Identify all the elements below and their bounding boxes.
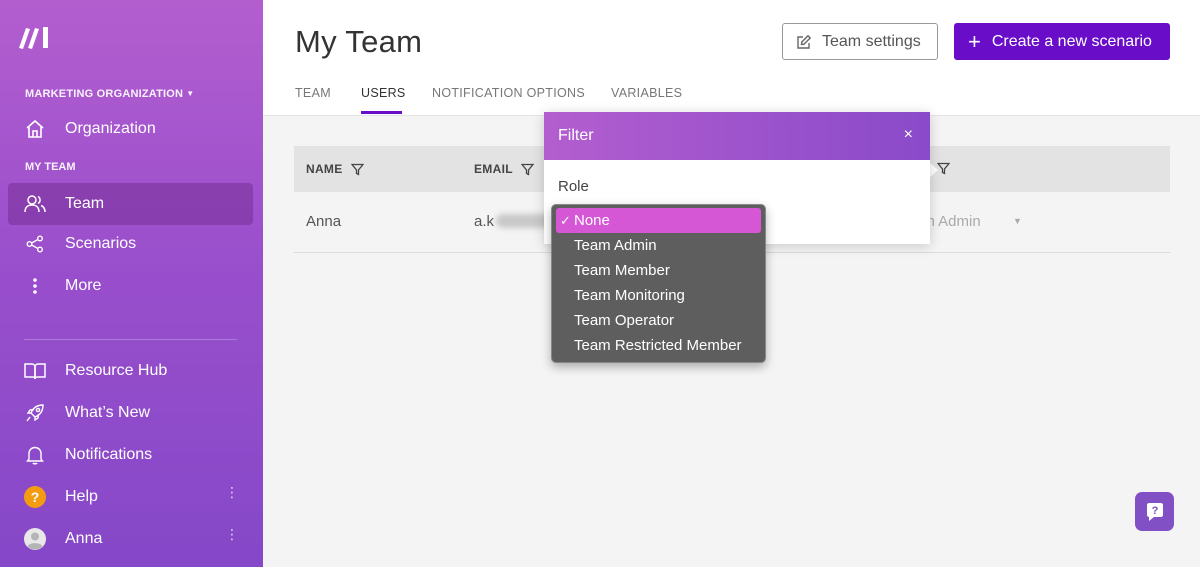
plus-icon: + <box>968 28 981 54</box>
role-option-none[interactable]: ✓ None <box>556 208 761 233</box>
create-scenario-label: Create a new scenario <box>991 32 1152 50</box>
help-more-icon[interactable]: ⋮ <box>225 485 239 499</box>
tab-team[interactable]: TEAM <box>295 86 331 100</box>
edit-icon <box>797 34 812 49</box>
sidebar-item-label: Anna <box>65 530 103 547</box>
organization-switcher[interactable]: MARKETING ORGANIZATION ▼ <box>25 88 194 100</box>
sidebar-item-profile[interactable]: Anna ⋮ <box>8 518 253 560</box>
sidebar-item-team[interactable]: Team <box>8 183 253 225</box>
option-label: None <box>574 212 610 229</box>
sidebar-item-label: Help <box>65 488 98 505</box>
filter-icon[interactable] <box>937 162 950 175</box>
support-chat-button[interactable]: ? <box>1135 492 1174 531</box>
team-settings-label: Team settings <box>822 32 921 50</box>
chat-question-icon: ? <box>1146 502 1163 521</box>
sidebar-item-whats-new[interactable]: What’s New <box>8 392 253 434</box>
role-filter-label: Role <box>558 178 589 195</box>
filter-header: Filter × <box>544 112 930 160</box>
sidebar-item-label: More <box>65 277 102 294</box>
tab-notification-options[interactable]: NOTIFICATION OPTIONS <box>432 86 585 100</box>
svg-text:?: ? <box>31 489 40 505</box>
sidebar: MARKETING ORGANIZATION ▼ Organization MY … <box>0 0 263 567</box>
column-header-email: EMAIL <box>474 162 534 176</box>
caret-down-icon: ▼ <box>186 89 195 98</box>
user-email-cell: a.k <box>474 213 495 230</box>
home-icon <box>24 118 46 140</box>
column-label: NAME <box>306 162 343 176</box>
role-option-team-operator[interactable]: Team Operator <box>556 308 761 333</box>
bell-icon <box>24 444 46 466</box>
checkmark-icon: ✓ <box>560 212 571 228</box>
filter-icon[interactable] <box>520 163 534 176</box>
sidebar-item-label: Team <box>65 195 105 212</box>
role-option-team-member[interactable]: Team Member <box>556 258 761 283</box>
close-icon[interactable]: × <box>904 126 913 144</box>
sidebar-item-notifications[interactable]: Notifications <box>8 434 253 476</box>
sidebar-item-label: Organization <box>65 120 156 137</box>
column-label: EMAIL <box>474 162 513 176</box>
share-icon <box>24 233 46 255</box>
create-scenario-button[interactable]: + Create a new scenario <box>954 23 1170 60</box>
filter-icon[interactable] <box>350 163 364 176</box>
role-option-team-admin[interactable]: Team Admin <box>556 233 761 258</box>
sidebar-item-help[interactable]: ? Help ⋮ <box>8 476 253 518</box>
profile-more-icon[interactable]: ⋮ <box>225 527 239 541</box>
user-name-cell: Anna <box>306 213 342 230</box>
column-header-name: NAME <box>306 162 364 176</box>
caret-down-icon: ▼ <box>1013 216 1022 226</box>
sidebar-divider <box>24 339 237 340</box>
sidebar-item-label: Notifications <box>65 446 153 463</box>
active-tab-indicator <box>361 111 402 114</box>
sidebar-item-scenarios[interactable]: Scenarios <box>8 223 253 265</box>
sidebar-item-more[interactable]: More <box>8 265 253 307</box>
avatar-icon <box>24 528 46 550</box>
more-vertical-icon <box>24 275 46 297</box>
tab-variables[interactable]: VARIABLES <box>611 86 682 100</box>
organization-name: MARKETING ORGANIZATION <box>25 88 184 100</box>
svg-text:?: ? <box>1151 505 1158 517</box>
role-option-team-restricted-member[interactable]: Team Restricted Member <box>556 333 761 358</box>
help-circle-icon: ? <box>24 486 46 508</box>
tab-users[interactable]: USERS <box>361 86 406 100</box>
sidebar-item-resource-hub[interactable]: Resource Hub <box>8 350 253 392</box>
sidebar-item-organization[interactable]: Organization <box>8 108 253 150</box>
team-settings-button[interactable]: Team settings <box>782 23 938 60</box>
role-option-team-monitoring[interactable]: Team Monitoring <box>556 283 761 308</box>
role-filter-dropdown[interactable]: ✓ None Team Admin Team Member Team Monit… <box>551 204 766 363</box>
section-label: MY TEAM <box>25 161 76 173</box>
book-icon <box>24 360 46 382</box>
users-icon <box>24 193 46 215</box>
sidebar-item-label: Scenarios <box>65 235 137 252</box>
sidebar-item-label: Resource Hub <box>65 362 168 379</box>
page-title: My Team <box>295 24 423 59</box>
make-logo-icon[interactable] <box>17 24 53 50</box>
sidebar-item-label: What’s New <box>65 404 151 421</box>
filter-title: Filter <box>558 127 594 144</box>
rocket-icon <box>24 402 46 424</box>
